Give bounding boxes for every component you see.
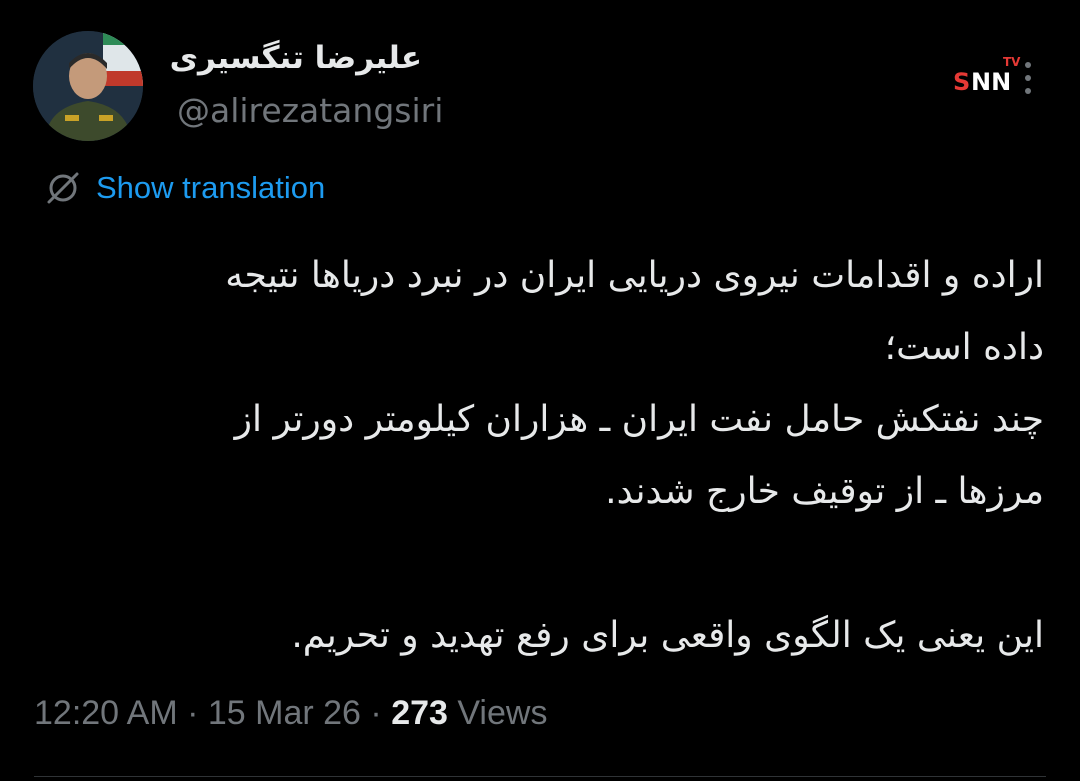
tweet-line: اراده و اقدامات نیروی دریایی ایران در نب…: [225, 255, 1044, 296]
user-handle[interactable]: @alirezatangsiri: [177, 91, 443, 130]
views-label: Views: [447, 694, 548, 732]
display-name[interactable]: علیرضا تنگسیری: [170, 38, 422, 78]
more-options-icon[interactable]: [1022, 62, 1034, 94]
tweet-line: این یعنی یک الگوی واقعی برای رفع تهدید و…: [291, 615, 1044, 656]
tweet-time[interactable]: 12:20 AM: [34, 694, 178, 732]
logo-s-text: S: [953, 68, 971, 96]
views-count[interactable]: 273: [391, 694, 448, 732]
show-translation-label: Show translation: [96, 170, 326, 205]
meta-separator: ·: [177, 694, 208, 732]
tweet-line: چند نفتکش حامل نفت ایران ـ هزاران کیلومت…: [234, 399, 1044, 440]
tweet-date[interactable]: 15 Mar 26: [208, 694, 361, 732]
snn-tv-logo: TV S NN: [953, 56, 1023, 96]
show-translation-link[interactable]: Show translation: [44, 166, 325, 210]
tweet-text: اراده و اقدامات نیروی دریایی ایران در نب…: [36, 240, 1044, 672]
logo-nn-text: NN: [971, 68, 1012, 96]
tweet-line: داده است؛: [884, 327, 1044, 368]
globe-slash-icon: [47, 172, 79, 204]
divider: [34, 776, 1046, 777]
meta-separator: ·: [360, 694, 392, 732]
logo-tv-text: TV: [1003, 55, 1021, 69]
avatar[interactable]: [33, 31, 143, 141]
tweet-metadata: 12:20 AM · 15 Mar 26 · 273 Views: [34, 694, 547, 733]
tweet-line: مرزها ـ از توقیف خارج شدند.: [605, 471, 1044, 512]
